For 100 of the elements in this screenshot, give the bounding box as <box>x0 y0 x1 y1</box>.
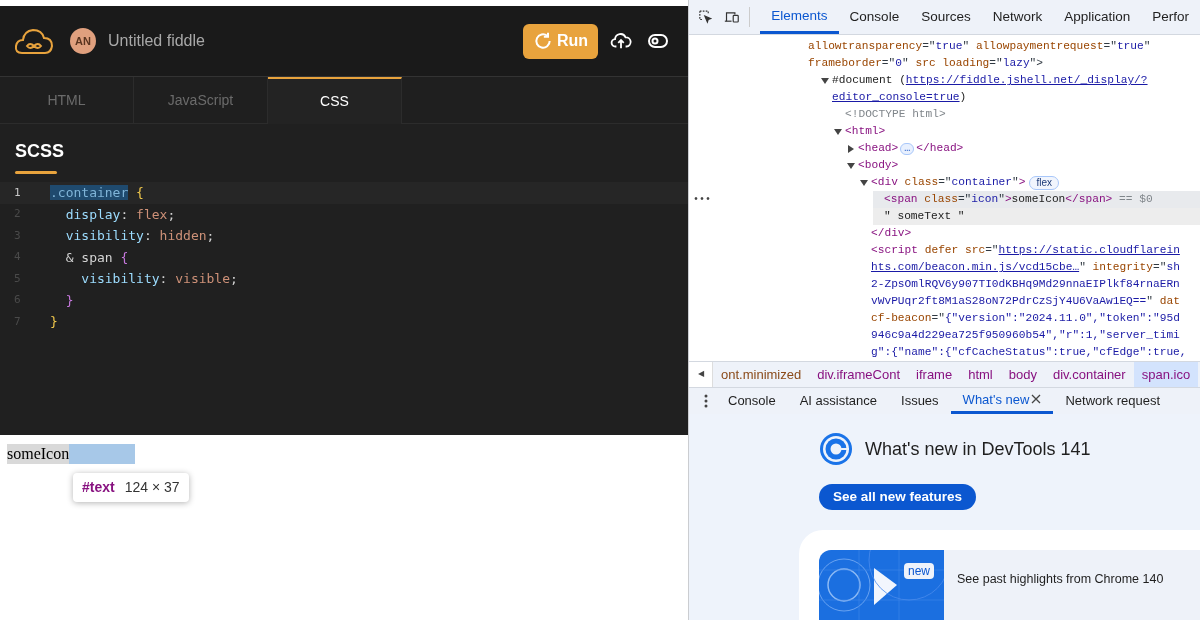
dom-token: <div <box>871 175 899 191</box>
dom-token: <span <box>884 192 919 208</box>
dom-token: 2-ZpsOmlRQV6y907TI0dKBHq9Md29nnaEIPlkf84rnaERn <box>871 277 1180 293</box>
user-avatar[interactable]: AN <box>70 28 96 54</box>
dom-link[interactable]: https://fiddle.jshell.net/_display/? <box>905 72 1148 90</box>
breadcrumb[interactable]: body <box>1000 362 1045 387</box>
dom-node[interactable]: allowtransparency="true" allowpaymentrequest="true" frameborder="0" src loading="lazy"> <box>808 38 1200 73</box>
dom-token: =" <box>922 39 936 55</box>
dom-token: " <box>962 39 971 55</box>
see-all-features-button[interactable]: See all new features <box>819 484 977 510</box>
dom-token: " someText " <box>884 209 965 225</box>
editor-title: SCSS <box>15 140 65 163</box>
dom-token: " <box>1146 294 1154 310</box>
dom-token: someIcon <box>1011 192 1066 208</box>
dom-node[interactable]: <body> <box>847 157 1200 175</box>
new-badge: new <box>904 563 934 579</box>
whats-new-heading: What's new in DevTools 141 <box>865 437 1091 461</box>
flex-badge[interactable]: flex <box>1029 175 1060 190</box>
expand-arrow-icon[interactable] <box>834 127 842 136</box>
dom-token: =" <box>957 192 972 208</box>
dom-token: 0 <box>895 56 902 72</box>
dom-link[interactable]: https://static.cloudflarein <box>998 242 1180 260</box>
dom-token: 946c9a4d229ea725f950960b54","r":1,"server_timi <box>871 328 1180 344</box>
breadcrumb[interactable]: ont.minimized <box>713 362 810 387</box>
dom-token: =" <box>1103 39 1117 55</box>
dom-token: true <box>935 39 963 55</box>
drawer-tab[interactable]: AI assistance <box>787 387 890 414</box>
dom-node[interactable]: <!DOCTYPE html> <box>834 106 1200 124</box>
code-text: } <box>50 313 58 331</box>
dom-token: class <box>924 192 958 208</box>
dom-token: " <box>902 56 910 72</box>
dom-token: =" <box>989 56 1003 72</box>
breadcrumb[interactable]: html <box>960 362 1001 387</box>
dom-token: </div> <box>871 226 912 242</box>
dom-token: =" <box>881 56 896 72</box>
close-icon[interactable] <box>1031 394 1042 405</box>
scroll-left-icon[interactable]: ◀ <box>689 362 713 387</box>
devtools-tab[interactable]: Network <box>981 0 1054 35</box>
more-menu-icon[interactable] <box>704 393 708 408</box>
node-name: #text <box>82 478 115 497</box>
drawer-tab[interactable]: Console <box>716 387 788 414</box>
drawer-tab[interactable]: Network request <box>1053 387 1173 414</box>
breadcrumb[interactable]: div.iframeCont <box>809 362 909 387</box>
dom-token: > <box>1018 175 1026 191</box>
breadcrumb[interactable]: iframe <box>908 362 961 387</box>
dom-token: <script <box>871 243 919 259</box>
breadcrumb[interactable]: span.ico <box>1133 362 1199 387</box>
drawer-tab[interactable]: Issues <box>889 387 951 414</box>
dom-token: ) <box>959 90 967 106</box>
ellipsis-badge[interactable]: … <box>900 142 915 155</box>
dom-token: true <box>1116 39 1144 55</box>
expand-arrow-icon[interactable] <box>821 76 829 85</box>
dom-token: </head> <box>916 141 964 157</box>
fiddle-title[interactable]: Untitled fiddle <box>108 29 205 53</box>
dom-node[interactable]: <div class="container"> flex <box>860 174 1200 192</box>
refresh-icon <box>532 31 553 51</box>
more-options-icon[interactable]: ••• <box>693 191 711 209</box>
dom-token: container <box>951 175 1013 191</box>
dom-token: == $0 <box>1118 192 1153 208</box>
dom-token: lazy <box>1002 56 1030 72</box>
dom-token: cf-beacon <box>871 311 932 327</box>
devtools-tab[interactable]: Application <box>1053 0 1142 35</box>
devtools-tab[interactable]: Sources <box>910 0 982 35</box>
dom-token: > <box>1004 192 1012 208</box>
node-size: 124 × 37 <box>124 478 180 497</box>
dom-token: {"version":"2024.11.0","token":"95d <box>944 311 1180 327</box>
dom-token: defer src <box>924 243 986 259</box>
dom-token: <!DOCTYPE html> <box>845 107 946 123</box>
breadcrumb[interactable]: div.container <box>1044 362 1134 387</box>
devtools-tab[interactable]: Perfor <box>1141 0 1200 35</box>
line-number: 1 <box>13 184 22 201</box>
device-toggle-icon[interactable] <box>724 10 740 25</box>
inspect-icon[interactable] <box>699 9 713 26</box>
dom-node[interactable]: #document (https://fiddle.jshell.net/_display/? editor_console=true) <box>821 72 1200 107</box>
code-text: .container { <box>50 184 144 202</box>
dom-token: g":{"name":{"cfCacheStatus":true,"cfEdge":true, <box>871 345 1187 361</box>
devtools-tab[interactable]: Console <box>838 0 911 35</box>
code-text: display: flex; <box>64 205 176 224</box>
dom-token: " <box>1143 39 1151 55</box>
editor-tab[interactable]: CSS <box>268 77 402 124</box>
dom-node[interactable]: " someText " <box>873 208 1200 226</box>
dom-link[interactable]: hts.com/beacon.min.js/vcd15cbe… <box>871 259 1080 277</box>
dom-link[interactable]: editor_console=true <box>832 89 960 107</box>
dom-token: allowpaymentrequest <box>975 39 1104 55</box>
highlights-text[interactable]: See past highlights from Chrome 140 <box>957 570 1164 620</box>
collapse-arrow-icon[interactable] <box>847 144 855 153</box>
toggle-icon[interactable] <box>648 34 668 48</box>
dom-token: " <box>1012 175 1019 191</box>
dom-token: dat <box>1159 294 1180 310</box>
dom-node[interactable]: <html> <box>834 123 1200 141</box>
dom-token: =" <box>985 243 999 259</box>
cloud-logo-icon[interactable] <box>14 26 54 56</box>
dom-node[interactable]: <head> … </head> <box>847 140 1200 158</box>
icon-text-output: someIcon <box>7 444 70 464</box>
dom-token: "> <box>1029 56 1044 72</box>
dom-token: sh <box>1166 260 1180 276</box>
dom-token: #document ( <box>832 73 906 89</box>
dom-token: frameborder <box>808 56 882 72</box>
text-node-highlight <box>69 444 136 464</box>
dom-token: <html> <box>845 124 886 140</box>
